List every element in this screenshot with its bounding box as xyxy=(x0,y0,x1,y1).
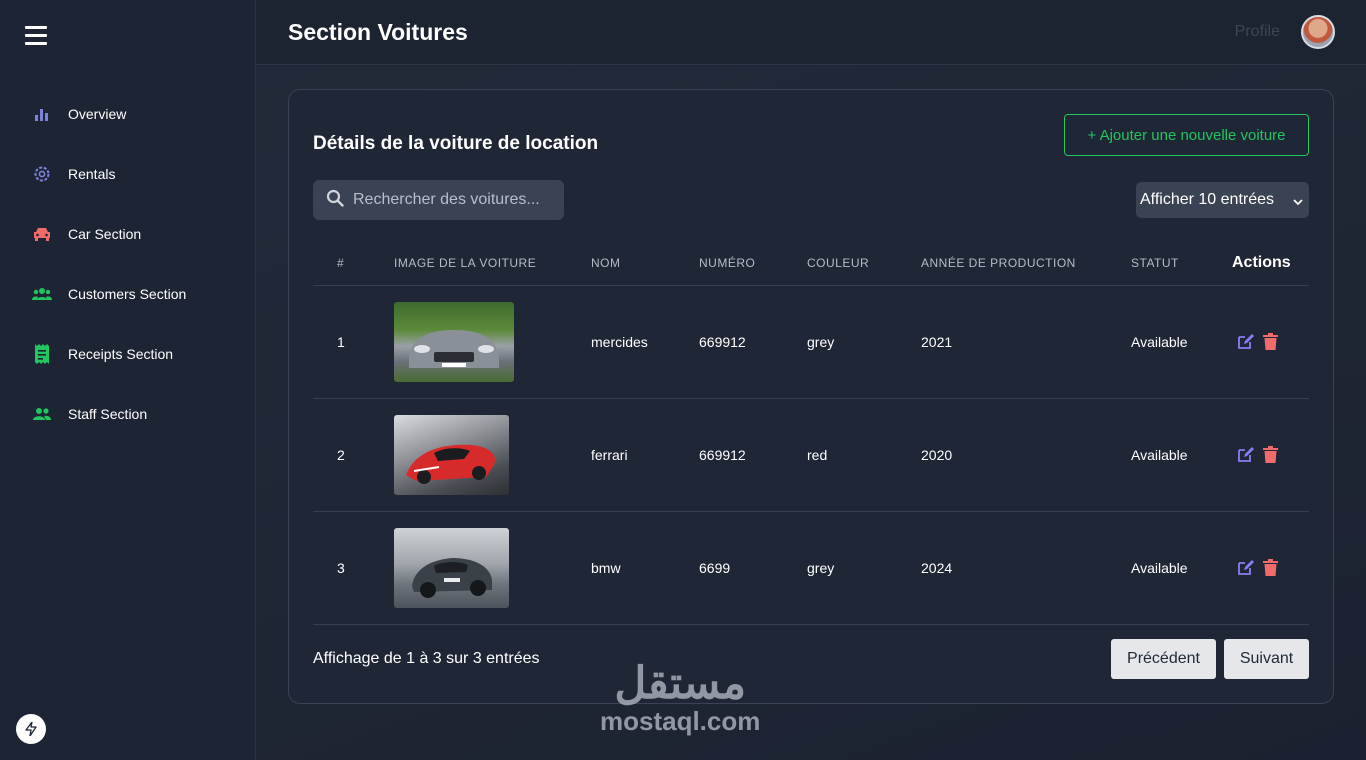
row-actions xyxy=(1232,446,1309,463)
add-car-button[interactable]: + Ajouter une nouvelle voiture xyxy=(1064,114,1309,156)
row-year: 2024 xyxy=(921,511,1131,625)
search-icon xyxy=(326,189,344,212)
row-status: Available xyxy=(1131,285,1232,399)
column-header-number: NUMÉRO xyxy=(699,242,807,286)
receipt-icon xyxy=(31,343,53,365)
sidebar: Overview Rentals Car Section Customers S… xyxy=(0,0,256,760)
search-box xyxy=(313,180,564,220)
watermark: مستقل mostaql.com xyxy=(600,662,760,737)
entries-select-value: Afficher 10 entrées xyxy=(1140,191,1275,208)
sidebar-item-label: Overview xyxy=(68,106,127,122)
table-row: 3 bmw 6699 grey 2024 Available xyxy=(313,511,1309,625)
column-header-color: COULEUR xyxy=(807,242,921,286)
table-row: 1 mercides 669912 grey 2021 Available xyxy=(313,285,1309,399)
row-index: 3 xyxy=(313,511,394,625)
cars-table: # IMAGE DE LA VOITURE NOM NUMÉRO COULEUR… xyxy=(313,242,1309,625)
row-name: mercides xyxy=(591,285,699,399)
row-color: grey xyxy=(807,511,921,625)
pagination-info: Affichage de 1 à 3 sur 3 entrées xyxy=(313,650,540,667)
chevron-down-icon xyxy=(1293,193,1303,211)
delete-icon[interactable] xyxy=(1263,333,1278,350)
sidebar-item-label: Staff Section xyxy=(68,406,148,422)
sidebar-item-label: Customers Section xyxy=(68,286,187,302)
row-index: 1 xyxy=(313,285,394,399)
sidebar-item-overview[interactable]: Overview xyxy=(0,84,256,144)
sidebar-item-label: Receipts Section xyxy=(68,346,174,362)
menu-toggle-icon[interactable] xyxy=(25,26,47,46)
gear-icon xyxy=(31,163,53,185)
row-actions xyxy=(1232,559,1309,576)
card-title: Détails de la voiture de location xyxy=(313,133,599,154)
top-bar: Section Voitures Profile xyxy=(256,0,1366,65)
ferrari-car-photo xyxy=(394,414,509,495)
sidebar-nav: Overview Rentals Car Section Customers S… xyxy=(0,84,256,444)
avatar[interactable] xyxy=(1301,15,1335,49)
delete-icon[interactable] xyxy=(1263,559,1278,576)
entries-select[interactable]: Afficher 10 entrées xyxy=(1136,182,1309,218)
table-header-row: # IMAGE DE LA VOITURE NOM NUMÉRO COULEUR… xyxy=(313,242,1309,286)
sidebar-item-label: Car Section xyxy=(68,226,142,242)
row-number: 669912 xyxy=(699,285,807,399)
edit-icon[interactable] xyxy=(1237,446,1255,463)
row-index: 2 xyxy=(313,398,394,512)
car-icon xyxy=(31,223,53,245)
mercedes-car-photo xyxy=(394,301,514,382)
sidebar-item-car-section[interactable]: Car Section xyxy=(0,204,256,264)
bmw-suv-photo xyxy=(394,527,509,608)
users-icon xyxy=(31,283,53,305)
sidebar-item-staff[interactable]: Staff Section xyxy=(0,384,256,444)
watermark-latin: mostaql.com xyxy=(600,706,761,736)
column-header-actions: Actions xyxy=(1232,242,1309,286)
edit-icon[interactable] xyxy=(1237,559,1255,576)
row-status: Available xyxy=(1131,511,1232,625)
page-title: Section Voitures xyxy=(288,19,468,45)
delete-icon[interactable] xyxy=(1263,446,1278,463)
profile-label[interactable]: Profile xyxy=(1235,23,1280,41)
row-color: grey xyxy=(807,285,921,399)
row-number: 6699 xyxy=(699,511,807,625)
column-header-status: STATUT xyxy=(1131,242,1232,286)
edit-icon[interactable] xyxy=(1237,333,1255,350)
column-header-name: NOM xyxy=(591,242,699,286)
row-color: red xyxy=(807,398,921,512)
row-actions xyxy=(1232,333,1309,350)
row-year: 2021 xyxy=(921,285,1131,399)
previous-page-button[interactable]: Précédent xyxy=(1111,639,1216,679)
row-name: bmw xyxy=(591,511,699,625)
bar-chart-icon xyxy=(31,103,53,125)
sidebar-item-customers[interactable]: Customers Section xyxy=(0,264,256,324)
column-header-year: ANNÉE DE PRODUCTION xyxy=(921,242,1131,286)
staff-icon xyxy=(31,403,53,425)
search-input[interactable] xyxy=(353,191,548,209)
table-row: 2 ferrari 669912 red 2020 Available xyxy=(313,398,1309,512)
sidebar-item-receipts[interactable]: Receipts Section xyxy=(0,324,256,384)
row-year: 2020 xyxy=(921,398,1131,512)
column-header-image: IMAGE DE LA VOITURE xyxy=(394,242,591,286)
row-number: 669912 xyxy=(699,398,807,512)
row-name: ferrari xyxy=(591,398,699,512)
car-details-card: Détails de la voiture de location + Ajou… xyxy=(288,89,1334,704)
next-page-button[interactable]: Suivant xyxy=(1224,639,1309,679)
sidebar-item-label: Rentals xyxy=(68,166,116,182)
column-header-index: # xyxy=(313,242,394,286)
lightning-icon[interactable] xyxy=(16,714,46,744)
sidebar-item-rentals[interactable]: Rentals xyxy=(0,144,256,204)
watermark-arabic: مستقل xyxy=(614,659,747,708)
row-status: Available xyxy=(1131,398,1232,512)
